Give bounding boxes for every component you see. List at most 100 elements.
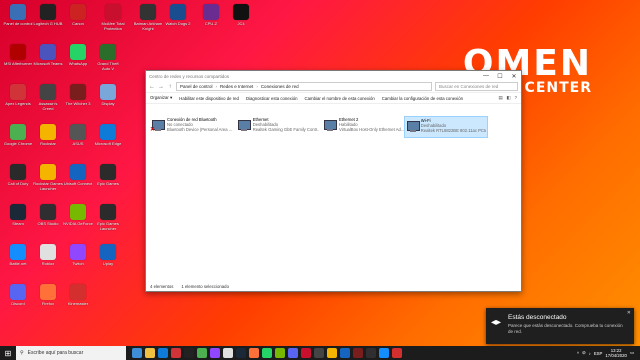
desktop-icon[interactable]: Apex Legends <box>3 84 33 106</box>
network-connections-window: Centro de redes y recursos compartidos —… <box>145 70 522 292</box>
desktop-icon[interactable]: Firefox <box>33 284 63 306</box>
up-arrow-icon[interactable]: ↑ <box>167 84 173 90</box>
taskbar-search[interactable]: ⚲ Escribe aquí para buscar <box>16 346 126 360</box>
app-icon <box>10 44 26 60</box>
taskbar-app-icon[interactable] <box>353 348 363 358</box>
taskbar-app-icon[interactable] <box>184 348 194 358</box>
desktop-icon[interactable]: Assassin's Creed <box>33 84 63 111</box>
desktop-icon[interactable]: Battle.net <box>3 244 33 266</box>
notification-center-icon[interactable]: ▭ <box>630 350 634 356</box>
address-box[interactable]: Panel de control › Redes e Internet › Co… <box>176 82 432 91</box>
language-indicator[interactable]: ESP <box>594 351 603 356</box>
taskbar-app-icon[interactable] <box>275 348 285 358</box>
back-arrow-icon[interactable]: ← <box>149 84 155 90</box>
chevron-up-icon[interactable]: ^ <box>577 351 579 356</box>
breadcrumb-network-internet[interactable]: Redes e Internet <box>220 84 253 89</box>
volume-icon[interactable]: ♪ <box>589 351 591 356</box>
disable-device-button[interactable]: Habilitar este dispositivo de red <box>179 96 239 101</box>
desktop-icon[interactable]: Panel de control <box>3 4 33 26</box>
app-icon <box>40 284 56 300</box>
toast-close-button[interactable]: ✕ <box>627 310 631 316</box>
taskbar-app-icon[interactable] <box>262 348 272 358</box>
breadcrumb-network-connections[interactable]: Conexiones de red <box>261 84 299 89</box>
desktop-icon[interactable]: MSI Afterburner <box>3 44 33 66</box>
desktop-icon[interactable]: Steam <box>3 204 33 226</box>
breadcrumb-control-panel[interactable]: Panel de control <box>180 84 213 89</box>
desktop-icon[interactable]: WhatsApp <box>63 44 93 66</box>
help-icon[interactable]: ? <box>515 95 517 101</box>
desktop-icon[interactable]: JC4 <box>226 4 256 26</box>
taskbar-app-icon[interactable] <box>236 348 246 358</box>
taskbar-app-icon[interactable] <box>392 348 402 358</box>
desktop-icon[interactable]: Kinemaster <box>63 284 93 306</box>
bluetooth-adapter-icon: ✕ <box>150 119 165 133</box>
notification-toast[interactable]: ◂▸ Estás desconectado Parece que estás d… <box>486 308 634 344</box>
desktop-icon[interactable]: Twitch <box>63 244 93 266</box>
taskbar-app-icon[interactable] <box>379 348 389 358</box>
clock[interactable]: 13:22 17/04/2020 <box>605 348 627 358</box>
desktop-icon-label: Logitech G HUB <box>33 21 63 26</box>
desktop-icon[interactable]: Logitech G HUB <box>33 4 63 26</box>
network-adapter-item[interactable]: ✕ Conexión de red Bluetooth No conectado Bl… <box>150 116 234 138</box>
desktop-icon[interactable]: Epic Games <box>93 164 123 186</box>
close-button[interactable]: ✕ <box>507 73 521 80</box>
desktop-icon[interactable]: Rockstar Games Launcher <box>33 164 63 191</box>
taskbar-app-icon[interactable] <box>145 348 155 358</box>
organize-button[interactable]: Organizar ▾ <box>150 95 172 101</box>
desktop-icon[interactable]: ASUS <box>63 124 93 146</box>
maximize-button[interactable]: ☐ <box>493 73 507 80</box>
desktop-icon[interactable]: The Witcher 3 <box>63 84 93 106</box>
desktop-icon[interactable]: Epic Games Launcher <box>93 204 123 231</box>
desktop-icon[interactable]: Uplay <box>93 244 123 266</box>
desktop-icon[interactable]: Rockstar <box>33 124 63 146</box>
preview-pane-icon[interactable]: ◧ <box>507 95 511 101</box>
app-icon <box>203 4 219 20</box>
taskbar-app-icon[interactable] <box>223 348 233 358</box>
adapter-text: Conexión de red Bluetooth No conectado Blu… <box>167 117 232 137</box>
desktop-icon[interactable]: Microsoft Edge <box>93 124 123 146</box>
desktop-icon[interactable]: Ubisoft Connect <box>63 164 93 186</box>
network-icon[interactable]: ⊘ <box>582 350 586 356</box>
desktop-icon[interactable]: Canon <box>63 4 93 26</box>
desktop-icon[interactable]: Batman Arkham Knight <box>133 4 163 31</box>
desktop-icon[interactable]: Call of Duty <box>3 164 33 186</box>
network-adapter-item[interactable]: Ethernet Deshabilitado Realtek Gaming GbE … <box>236 116 320 138</box>
minimize-button[interactable]: — <box>479 73 493 79</box>
taskbar-app-icon[interactable] <box>366 348 376 358</box>
taskbar-app-icon[interactable] <box>327 348 337 358</box>
rename-button[interactable]: Cambiar el nombre de esta conexión <box>305 96 375 101</box>
desktop-icon[interactable]: Google Chrome <box>3 124 33 146</box>
desktop-icon[interactable]: McAfee Total Protection <box>98 4 128 31</box>
view-options-icon[interactable]: ▤ <box>498 95 502 101</box>
desktop-icon-label: Panel de control <box>3 21 33 26</box>
desktop-icon[interactable]: Microsoft Teams <box>33 44 63 66</box>
desktop-icon[interactable]: Watch Dogs 2 <box>163 4 193 26</box>
taskbar-app-icon[interactable] <box>249 348 259 358</box>
desktop-icon[interactable]: CPU-Z <box>196 4 226 26</box>
forward-arrow-icon[interactable]: → <box>158 84 164 90</box>
desktop-icon[interactable]: OBS Studio <box>33 204 63 226</box>
window-titlebar[interactable]: Centro de redes y recursos compartidos —… <box>146 71 521 81</box>
desktop-icon[interactable]: Roblox <box>33 244 63 266</box>
taskbar-app-icon[interactable] <box>288 348 298 358</box>
taskbar-app-icon[interactable] <box>314 348 324 358</box>
desktop-icon[interactable]: Display <box>93 84 123 106</box>
desktop-icon[interactable]: NVIDIA GeForce <box>63 204 93 226</box>
desktop-icon[interactable]: Discord <box>3 284 33 306</box>
taskbar-app-icon[interactable] <box>171 348 181 358</box>
start-button[interactable]: ⊞ <box>0 346 16 360</box>
taskbar-app-icon[interactable] <box>340 348 350 358</box>
desktop-icon-label: Display <box>101 101 115 106</box>
taskbar-app-icon[interactable] <box>197 348 207 358</box>
network-adapter-item[interactable]: Ethernet 2 Habilitado VirtualBox Host-Only… <box>322 116 406 138</box>
change-settings-button[interactable]: Cambiar la configuración de esta conexió… <box>382 96 463 101</box>
desktop-icon[interactable]: Grand Theft Auto V <box>93 44 123 71</box>
search-input[interactable]: Buscar en Conexiones de red <box>435 82 518 91</box>
diagnose-button[interactable]: Diagnosticar esta conexión <box>246 96 298 101</box>
taskbar-app-icon[interactable] <box>158 348 168 358</box>
taskbar-app-icon[interactable] <box>301 348 311 358</box>
network-adapter-item[interactable]: Wi-Fi Deshabilitado Realtek RTL8822BE 802.… <box>404 116 488 138</box>
app-icon <box>70 284 86 300</box>
taskbar-app-icon[interactable] <box>132 348 142 358</box>
taskbar-app-icon[interactable] <box>210 348 220 358</box>
